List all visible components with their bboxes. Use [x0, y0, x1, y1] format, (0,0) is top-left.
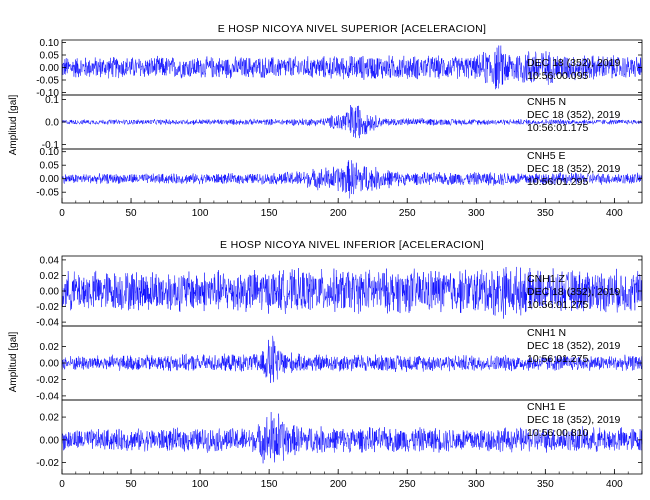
y-tick-label: 0.00 — [40, 359, 60, 370]
trace-annotation: 10:56:01.275 — [527, 353, 588, 365]
y-tick-label: 0.02 — [40, 413, 60, 424]
trace-annotation: DEC 18 (352), 2019 — [527, 340, 621, 352]
x-tick-label: 100 — [192, 479, 209, 490]
y-tick-label: 0.00 — [40, 63, 60, 74]
y-tick-label: 0.05 — [40, 161, 60, 172]
y-tick-label: 0.00 — [40, 174, 60, 185]
y-tick-label: -0.04 — [36, 318, 59, 329]
x-tick-label: 150 — [261, 208, 278, 219]
trace-annotation: 10:56:01.275 — [527, 299, 588, 311]
trace-annotation: CNH1 Z — [527, 273, 566, 285]
x-tick-label: 350 — [537, 208, 554, 219]
x-tick-label: 250 — [399, 208, 416, 219]
y-tick-label: 0.05 — [40, 51, 60, 62]
y-tick-label: 0.04 — [40, 255, 60, 266]
trace-annotation: CNH5 E — [527, 150, 566, 162]
y-tick-label: 0.00 — [40, 435, 60, 446]
y-tick-label: 0.02 — [40, 342, 60, 353]
x-tick-label: 100 — [192, 208, 209, 219]
trace-annotation: DEC 18 (352), 2019 — [527, 163, 621, 175]
y-tick-label: -0.04 — [36, 391, 59, 402]
x-tick-label: 400 — [606, 208, 623, 219]
y-tick-label: -0.02 — [36, 458, 59, 469]
panel-upper: E HOSP NICOYA NIVEL SUPERIOR [ACELERACIO… — [8, 23, 643, 219]
panel-lower: E HOSP NICOYA NIVEL INFERIOR [ACELERACIO… — [8, 239, 643, 490]
y-tick-label: 0.10 — [40, 38, 60, 49]
trace-annotation: CNH1 E — [527, 401, 566, 413]
x-tick-label: 200 — [330, 479, 347, 490]
y-tick-label: 0.1 — [45, 95, 59, 106]
x-tick-label: 200 — [330, 208, 347, 219]
x-tick-label: 150 — [261, 479, 278, 490]
y-tick-label: 0.02 — [40, 271, 60, 282]
trace-annotation: 10:56:01.175 — [527, 122, 588, 134]
x-tick-label: 300 — [468, 208, 485, 219]
y-tick-label: 0.10 — [40, 147, 60, 158]
y-tick-label: -0.05 — [36, 76, 59, 87]
x-tick-label: 300 — [468, 479, 485, 490]
y-tick-label: 0.0 — [45, 118, 59, 129]
y-tick-label: -0.02 — [36, 375, 59, 386]
x-tick-label: 350 — [537, 479, 554, 490]
chart-title: E HOSP NICOYA NIVEL INFERIOR [ACELERACIO… — [220, 239, 484, 251]
y-tick-label: -0.05 — [36, 188, 59, 199]
y-tick-label: -0.02 — [36, 302, 59, 313]
trace-annotation: CNH5 N — [527, 96, 566, 108]
seismogram-figure: E HOSP NICOYA NIVEL SUPERIOR [ACELERACIO… — [8, 23, 643, 490]
trace-annotation: DEC 18 (352), 2019 — [527, 414, 621, 426]
trace-annotation: DEC 18 (352), 2019 — [527, 286, 621, 298]
y-tick-label: 0.00 — [40, 287, 60, 298]
trace-annotation: DEC 18 (352), 2019 — [527, 109, 621, 121]
x-tick-label: 50 — [125, 208, 137, 219]
x-tick-label: 0 — [59, 208, 65, 219]
trace-annotation: CNH1 N — [527, 327, 566, 339]
trace-annotation: 10:56:00.810 — [527, 427, 588, 439]
x-tick-label: 250 — [399, 479, 416, 490]
y-axis-label: Amplitud [gal] — [8, 94, 19, 155]
x-tick-label: 0 — [59, 479, 65, 490]
chart-title: E HOSP NICOYA NIVEL SUPERIOR [ACELERACIO… — [218, 23, 487, 35]
trace-annotation: 10:56:00.095 — [527, 70, 588, 82]
x-tick-label: 50 — [125, 479, 137, 490]
y-axis-label: Amplitud [gal] — [8, 331, 19, 392]
trace-annotation: 10:56:01.295 — [527, 176, 588, 188]
x-tick-label: 400 — [606, 479, 623, 490]
trace-annotation: DEC 18 (352), 2019 — [527, 57, 621, 69]
